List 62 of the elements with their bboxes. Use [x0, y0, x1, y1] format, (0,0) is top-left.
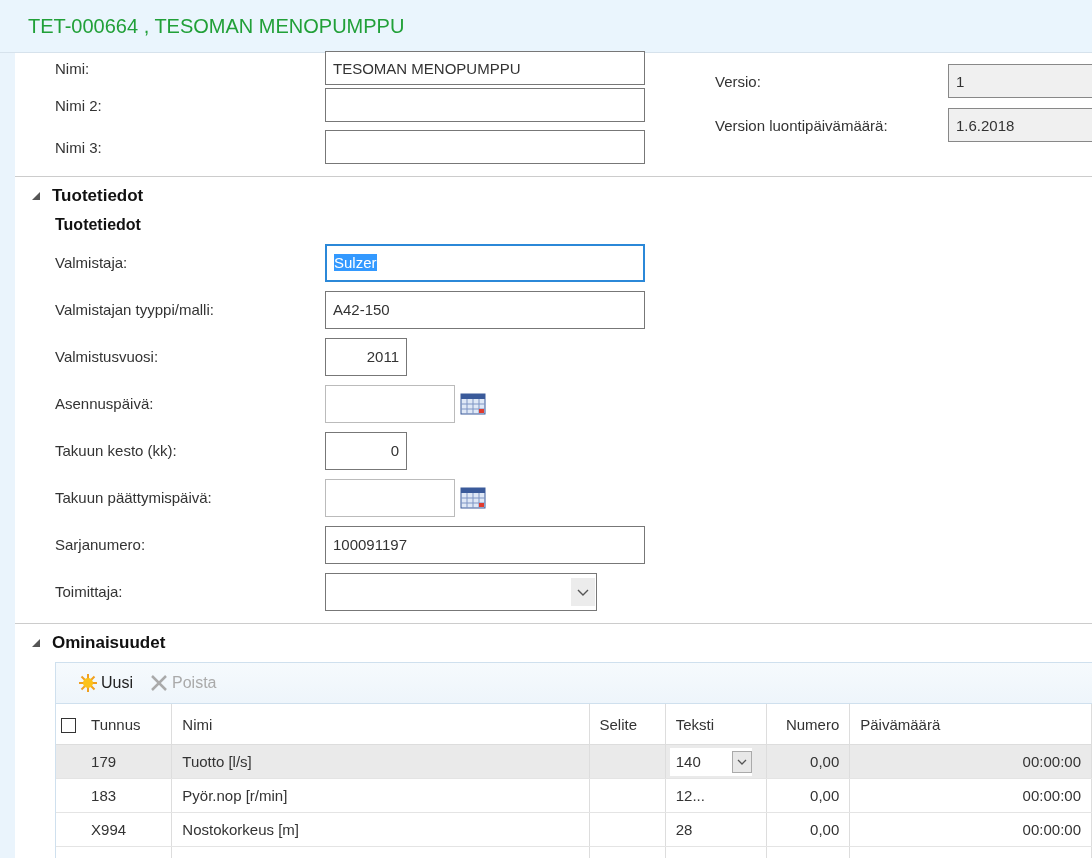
field-label: Versio:	[715, 72, 762, 90]
window-title: TET-000664 , TESOMAN MENOPUMPPU	[28, 14, 405, 38]
column-header[interactable]: Selite	[589, 704, 666, 745]
date-field[interactable]	[325, 384, 455, 423]
cross-icon	[149, 673, 169, 693]
table-cell: 0,00	[766, 778, 850, 813]
new-button[interactable]: Uusi	[76, 671, 135, 695]
table-row[interactable]: X994 Nostokorkeus [m] 28 0,00 00:00:00	[56, 812, 1092, 847]
field-label: Takuun päättymispäivä:	[54, 489, 213, 506]
table-cell: 0,00	[766, 812, 850, 847]
table-cell: Tuotto [l/s]	[171, 744, 589, 779]
calendar-icon[interactable]	[460, 485, 486, 510]
collapse-icon[interactable]	[32, 192, 40, 200]
text-field[interactable]	[325, 130, 645, 164]
group-title: Tuotetiedot	[54, 215, 142, 235]
table-cell: 0,00	[766, 744, 850, 779]
table-cell: Pyör.nop [r/min]	[171, 778, 589, 813]
field-label: Version luontipäivämäärä:	[715, 116, 889, 134]
collapse-icon[interactable]	[32, 639, 40, 647]
text-field[interactable]	[325, 88, 645, 122]
column-header[interactable]: Tunnus	[81, 704, 172, 745]
field-label: Toimittaja:	[54, 583, 124, 600]
chevron-down-icon[interactable]	[731, 750, 752, 773]
column-header[interactable]: Päivämäärä	[849, 704, 1092, 745]
field-label: Valmistusvuosi:	[54, 348, 160, 365]
column-header[interactable]: Nimi	[171, 704, 589, 745]
field-label: Sarjanumero:	[54, 536, 147, 553]
table-cell: 12...	[665, 778, 767, 813]
field-label: Takuun kesto (kk):	[54, 442, 178, 459]
column-header[interactable]: Teksti	[665, 704, 767, 745]
field-label: Asennuspäivä:	[54, 395, 155, 412]
text-field[interactable]: 1	[948, 64, 1092, 98]
text-field[interactable]: 1.6.2018	[948, 108, 1092, 142]
field-label: Valmistajan tyyppi/malli:	[54, 301, 215, 318]
table-cell: 00:00:00	[849, 744, 1092, 779]
table-cell: 183	[81, 778, 172, 813]
table-cell: X994	[81, 812, 172, 847]
table-row[interactable]: 179 Tuotto [l/s] 140 0,00 00:00:00	[56, 744, 1092, 779]
section-title[interactable]: Tuotetiedot	[52, 186, 144, 206]
table-row[interactable]: 183 Pyör.nop [r/min] 12... 0,00 00:00:00	[56, 778, 1092, 813]
table-cell: 179	[81, 744, 172, 779]
field-label: Nimi 2:	[54, 96, 103, 114]
table-cell: 28	[665, 812, 767, 847]
sun-icon	[78, 673, 98, 693]
select-all-checkbox[interactable]	[61, 717, 76, 733]
number-field[interactable]: 0	[325, 431, 407, 470]
text-field[interactable]: A42-150	[325, 290, 645, 329]
table-cell: Nostokorkeus [m]	[171, 812, 589, 847]
dropdown-field[interactable]	[325, 572, 597, 611]
field-label: Nimi 3:	[54, 138, 103, 156]
table-cell: 00:00:00	[849, 778, 1092, 813]
column-header[interactable]: Numero	[766, 704, 850, 745]
section-title[interactable]: Ominaisuudet	[52, 633, 166, 653]
field-label: Valmistaja:	[54, 254, 129, 271]
field-label: Nimi:	[54, 59, 91, 77]
chevron-down-icon[interactable]	[571, 577, 595, 606]
calendar-icon[interactable]	[460, 391, 486, 416]
number-field[interactable]: 2011	[325, 337, 407, 376]
text-field[interactable]: 100091197	[325, 525, 645, 564]
text-field[interactable]: TESOMAN MENOPUMPPU	[325, 51, 645, 85]
date-field[interactable]	[325, 478, 455, 517]
table-cell: 00:00:00	[849, 812, 1092, 847]
